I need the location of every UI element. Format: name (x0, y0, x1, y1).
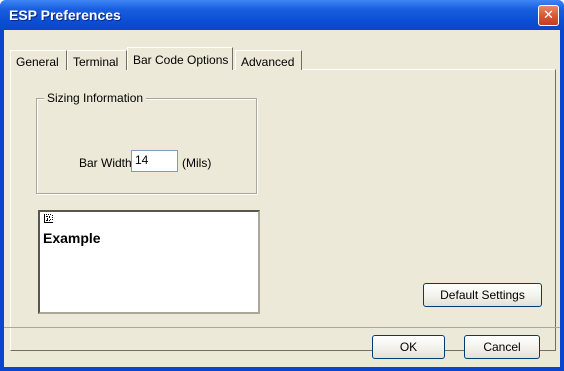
dialog-client-area: General Terminal Bar Code Options Advanc… (4, 30, 560, 367)
ok-button[interactable]: OK (372, 335, 445, 359)
example-text: Example (43, 230, 101, 246)
sizing-information-group (36, 98, 257, 194)
cancel-button[interactable]: Cancel (464, 335, 540, 359)
tab-advanced[interactable]: Advanced (235, 50, 302, 70)
tab-bar-code-options[interactable]: Bar Code Options (127, 47, 233, 70)
bar-width-input[interactable]: 14 (131, 150, 178, 172)
barcode-example-preview: Example (38, 210, 260, 314)
tab-label: Advanced (241, 55, 295, 69)
tab-terminal[interactable]: Terminal (67, 50, 127, 70)
tab-general[interactable]: General (10, 50, 67, 70)
tab-label: General (16, 55, 59, 69)
close-icon: ✕ (543, 8, 554, 23)
bar-width-label: Bar Width (79, 156, 132, 170)
preferences-dialog: ESP Preferences ✕ General Terminal Bar C… (0, 0, 564, 371)
footer-divider (4, 327, 560, 328)
tab-label: Bar Code Options (133, 53, 229, 67)
units-label: (Mils) (182, 156, 212, 170)
tab-label: Terminal (73, 55, 119, 69)
barcode-2d-icon (44, 214, 53, 223)
sizing-group-label: Sizing Information (44, 91, 147, 105)
default-settings-button[interactable]: Default Settings (423, 283, 542, 307)
title-bar[interactable]: ESP Preferences ✕ (0, 0, 564, 30)
close-button[interactable]: ✕ (538, 5, 559, 26)
window-title: ESP Preferences (9, 7, 121, 23)
